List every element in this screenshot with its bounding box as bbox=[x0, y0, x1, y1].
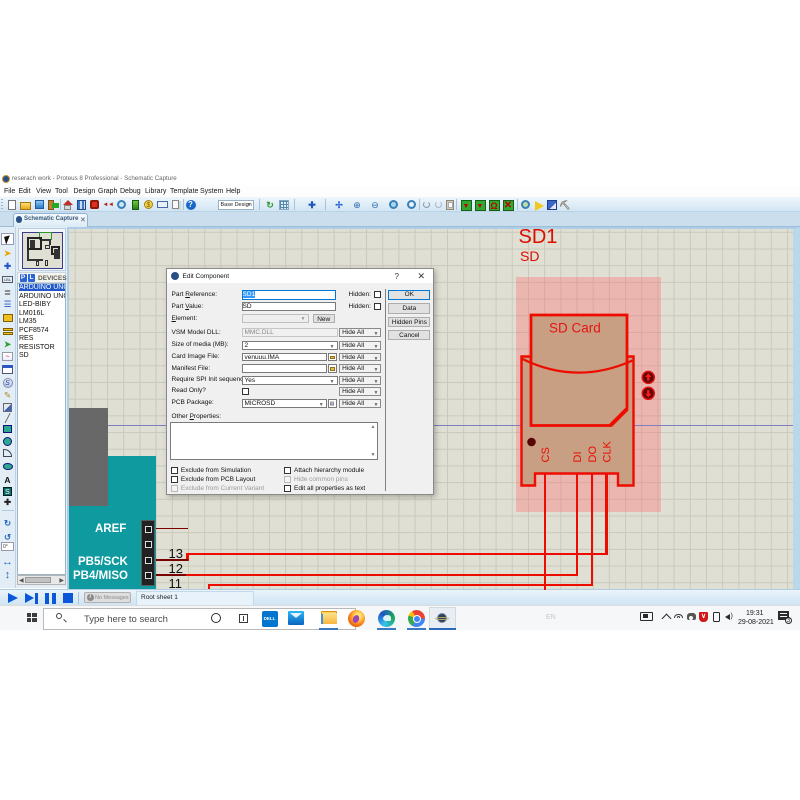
svg-text:SD Card: SD Card bbox=[549, 321, 601, 336]
svg-text:DI: DI bbox=[572, 452, 584, 463]
svg-text:CLK: CLK bbox=[602, 440, 614, 462]
svg-text:DO: DO bbox=[587, 446, 599, 463]
svg-text:CS: CS bbox=[540, 447, 552, 462]
